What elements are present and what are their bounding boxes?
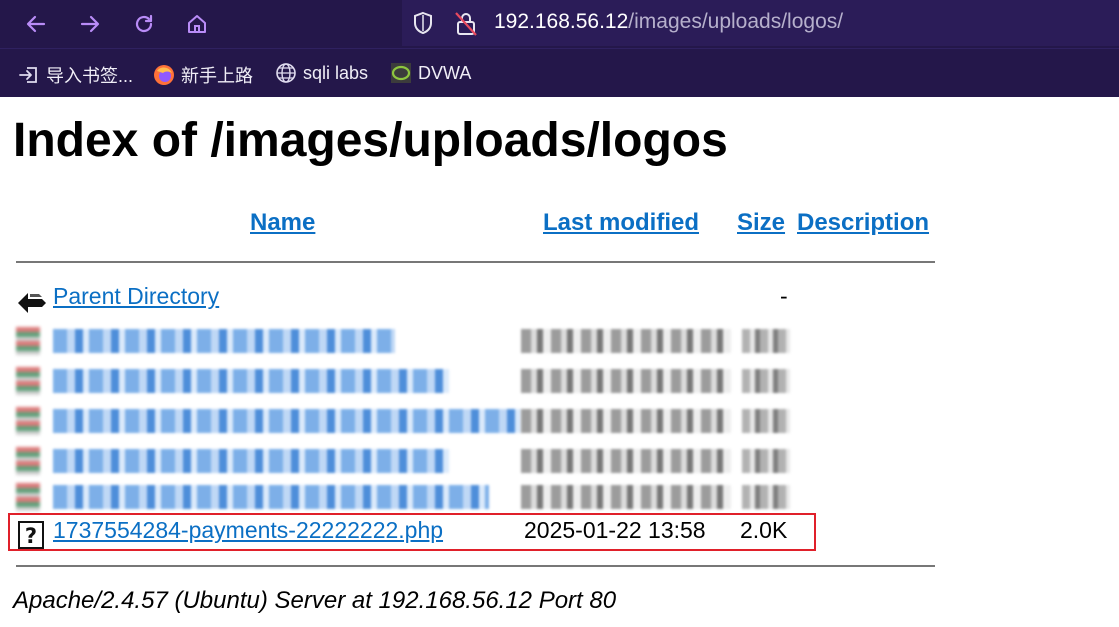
obscured-file-icon [16, 483, 40, 511]
forward-button[interactable] [73, 7, 107, 41]
obscured-size [742, 369, 790, 393]
home-icon [188, 15, 206, 33]
obscured-size [742, 409, 790, 433]
obscured-size [742, 449, 790, 473]
column-description[interactable]: Description [797, 209, 929, 237]
parent-size: - [780, 283, 788, 309]
parent-directory-row: Parent Directory - [16, 283, 816, 317]
url-host: 192.168.56.12 [494, 10, 629, 33]
obscured-size [742, 485, 790, 509]
firefox-icon [154, 65, 174, 85]
arrow-left-icon [26, 15, 46, 33]
obscured-file-icon [16, 327, 40, 355]
back-button[interactable] [19, 7, 53, 41]
column-name[interactable]: Name [250, 209, 315, 237]
globe-icon [276, 63, 296, 83]
obscured-file-icon [16, 447, 40, 475]
footer-divider [16, 565, 935, 567]
bookmark-label: sqli labs [303, 62, 369, 83]
column-size[interactable]: Size [737, 209, 785, 237]
reload-button[interactable] [127, 7, 161, 41]
bookmark-label: 导入书签... [46, 66, 134, 86]
sort-by-description-link[interactable]: Description [797, 209, 929, 236]
sort-by-modified-link[interactable]: Last modified [543, 209, 699, 236]
browser-toolbar: 192.168.56.12/images/uploads/logos/ [0, 0, 1119, 48]
sort-by-name-link[interactable]: Name [250, 209, 315, 236]
home-button[interactable] [180, 7, 214, 41]
url-text[interactable]: 192.168.56.12/images/uploads/logos/ [494, 10, 843, 34]
back-icon [18, 293, 46, 313]
bookmark-label: DVWA [418, 62, 472, 83]
obscured-date [521, 329, 731, 353]
bookmark-label: 新手上路 [181, 66, 253, 86]
header-divider [16, 261, 935, 263]
directory-listing-page: Index of /images/uploads/logos Name Last… [0, 97, 1119, 627]
bookmark-import[interactable]: 导入书签... [18, 62, 133, 88]
url-path: /images/uploads/logos/ [628, 10, 844, 33]
obscured-date [521, 485, 731, 509]
sort-by-size-link[interactable]: Size [737, 209, 785, 236]
obscured-file-link[interactable] [53, 485, 489, 509]
server-signature: Apache/2.4.57 (Ubuntu) Server at 192.168… [13, 587, 617, 614]
bookmark-sqli-labs[interactable]: sqli labs [275, 62, 368, 84]
obscured-file-link[interactable] [53, 409, 521, 433]
obscured-file-link[interactable] [53, 369, 449, 393]
bookmark-dvwa[interactable]: DVWA [390, 62, 471, 84]
insecure-lock-icon[interactable] [454, 11, 478, 37]
parent-directory-link[interactable]: Parent Directory [53, 283, 219, 310]
reload-icon [135, 14, 153, 33]
bookmark-getting-started[interactable]: 新手上路 [153, 62, 253, 88]
obscured-file-icon [16, 367, 40, 395]
shield-icon[interactable] [412, 11, 434, 35]
obscured-date [521, 409, 731, 433]
obscured-date [521, 369, 731, 393]
address-bar[interactable]: 192.168.56.12/images/uploads/logos/ [402, 0, 1119, 46]
arrow-right-icon [80, 15, 100, 33]
obscured-file-link[interactable] [53, 449, 449, 473]
import-icon [19, 67, 37, 83]
bookmarks-bar: 导入书签... 新手上路 sqli labs DVWA [0, 48, 1119, 97]
obscured-file-link[interactable] [53, 329, 395, 353]
obscured-date [521, 449, 731, 473]
highlight-box [8, 513, 816, 551]
page-title: Index of /images/uploads/logos [13, 114, 728, 167]
obscured-file-icon [16, 407, 40, 435]
dvwa-icon [391, 63, 411, 83]
obscured-size [742, 329, 790, 353]
column-last-modified[interactable]: Last modified [543, 209, 699, 237]
